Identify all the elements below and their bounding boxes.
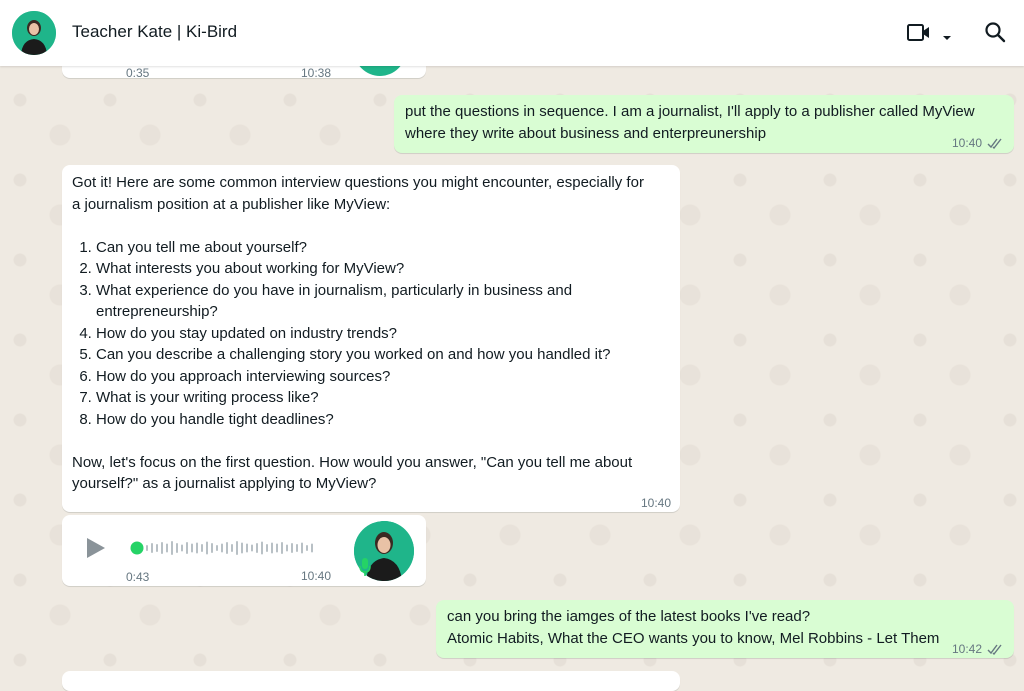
- voice-duration: 0:43: [126, 570, 150, 584]
- list-item: Can you describe a challenging story you…: [96, 344, 616, 366]
- waveform-bar: [196, 542, 198, 554]
- incoming-message[interactable]: Got it! Here are some common interview q…: [62, 165, 680, 512]
- chat-header[interactable]: Teacher Kate | Ki-Bird: [0, 0, 1024, 66]
- video-call-icon[interactable]: [906, 22, 932, 49]
- play-icon[interactable]: [85, 536, 107, 567]
- list-item: What is your writing process like?: [96, 387, 616, 409]
- waveform-bar: [191, 543, 193, 553]
- contact-avatar[interactable]: [12, 11, 56, 55]
- waveform-bar: [261, 541, 263, 555]
- outgoing-message[interactable]: can you bring the iamges of the latest b…: [436, 600, 1014, 658]
- waveform-bar: [161, 542, 163, 554]
- list-item: Can you tell me about yourself?: [96, 237, 616, 259]
- waveform-bar: [236, 541, 238, 555]
- message-intro: Got it! Here are some common interview q…: [72, 174, 644, 191]
- message-line: Atomic Habits, What the CEO wants you to…: [447, 630, 940, 647]
- waveform-bar: [221, 543, 223, 553]
- waveform-bar: [286, 544, 288, 552]
- waveform-bar: [256, 543, 258, 553]
- list-item: What experience do you have in journalis…: [96, 280, 616, 323]
- waveform-bar: [211, 543, 213, 553]
- message-time: 10:42: [952, 642, 983, 656]
- incoming-message-partial[interactable]: [62, 671, 680, 691]
- message-time: 10:40: [301, 569, 332, 583]
- message-line: can you bring the iamges of the latest b…: [447, 608, 811, 625]
- list-item: How do you approach interviewing sources…: [96, 366, 616, 388]
- waveform-bar: [156, 544, 158, 552]
- waveform-bar: [206, 541, 208, 555]
- waveform-bar: [241, 542, 243, 554]
- playback-position-dot[interactable]: [130, 541, 144, 555]
- waveform-bar: [186, 542, 188, 554]
- waveform-bar: [266, 544, 268, 552]
- search-icon[interactable]: [983, 20, 1007, 49]
- person-avatar-icon: [12, 11, 56, 55]
- chat-title: Teacher Kate | Ki-Bird: [72, 22, 238, 41]
- waveform-bar: [166, 543, 168, 553]
- message-outro: Now, let's focus on the first question. …: [72, 453, 633, 471]
- message-time: 10:40: [952, 136, 983, 150]
- message-intro: a journalism position at a publisher lik…: [72, 195, 391, 213]
- waveform-bar: [201, 544, 203, 552]
- waveform-bar: [271, 542, 273, 554]
- waveform-bar: [276, 543, 278, 553]
- list-item: How do you stay updated on industry tren…: [96, 323, 616, 345]
- message-line: where they write about business and ente…: [405, 125, 767, 142]
- waveform-bar: [291, 543, 293, 553]
- voice-message-bubble[interactable]: 0:43 10:40: [62, 515, 426, 586]
- waveform[interactable]: [130, 537, 330, 566]
- waveform-bar: [301, 542, 303, 554]
- voice-duration: 0:35: [126, 66, 150, 80]
- waveform-bar: [231, 544, 233, 552]
- waveform-bar: [306, 545, 308, 551]
- dropdown-arrow-icon[interactable]: [941, 29, 953, 47]
- waveform-bar: [176, 543, 178, 553]
- message-outro: yourself?" as a journalist applying to M…: [72, 475, 377, 492]
- waveform-bar: [296, 544, 298, 552]
- list-item: How do you handle tight deadlines?: [96, 409, 616, 431]
- waveform-bar: [251, 544, 253, 552]
- list-item: What interests you about working for MyV…: [96, 258, 616, 280]
- waveform-bar: [246, 543, 248, 553]
- microphone-icon: [358, 557, 372, 584]
- message-line: put the questions in sequence. I am a jo…: [405, 103, 975, 120]
- message-time: 10:40: [641, 496, 672, 510]
- waveform-bar: [216, 545, 218, 551]
- waveform-bar: [171, 541, 173, 555]
- waveform-bar: [281, 542, 283, 554]
- waveform-bar: [146, 545, 148, 551]
- waveform-bar: [151, 543, 153, 553]
- waveform-bar: [311, 543, 313, 553]
- read-ticks-icon: [987, 640, 1005, 662]
- outgoing-message[interactable]: put the questions in sequence. I am a jo…: [394, 95, 1014, 153]
- read-ticks-icon: [987, 134, 1005, 156]
- waveform-bar: [226, 542, 228, 554]
- question-list: Can you tell me about yourself? What int…: [72, 237, 616, 431]
- waveform-bar: [181, 544, 183, 552]
- message-time: 10:38: [301, 66, 332, 80]
